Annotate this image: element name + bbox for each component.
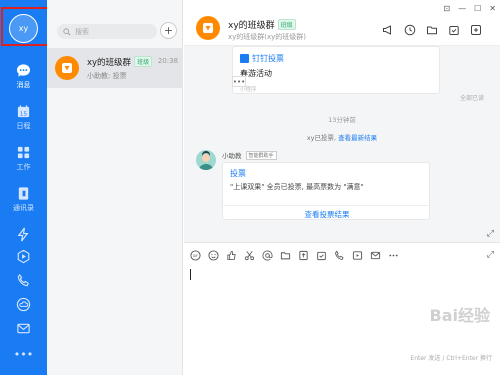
search-input[interactable]: 搜索 [57,24,157,39]
cloud-icon [16,297,31,312]
rail-item-mail[interactable] [0,321,47,336]
composer-toolbar: GIF [190,250,399,261]
rail-item-video[interactable] [0,249,47,264]
view-latest-result-link[interactable]: 查看最新结果 [338,134,377,142]
search-placeholder: 搜索 [75,27,89,36]
fullscreen-editor-icon[interactable]: ⤢ [487,250,494,260]
more-options-icon[interactable] [388,250,399,261]
vote-result-title: 投票 [230,169,246,178]
file-upload-icon[interactable] [298,250,309,261]
avatar-initials: xy [18,24,29,33]
text-input[interactable] [190,269,191,280]
calendar-check-icon[interactable] [316,250,327,261]
pin-icon[interactable]: ⊡ [443,4,450,13]
group-logo-icon [62,63,72,73]
chat-title: xy的班级群 [228,21,275,31]
svg-text:GIF: GIF [193,254,199,258]
rail-item-messages[interactable]: 消息 [0,63,47,90]
app-rail: xy 消息 15 日程 工作 通讯录 ••• [0,0,47,375]
message-icon [16,64,31,77]
video-icon[interactable] [352,250,363,261]
rail-label: 日程 [16,122,31,130]
more-icon[interactable]: ••• [0,348,47,361]
conversation-time: 20:38 [157,57,178,65]
conversation-title: xy的班级群 [87,57,132,68]
class-badge: 班级 [134,56,153,67]
group-avatar [55,56,79,80]
scissors-icon[interactable] [244,250,255,261]
more-options-button[interactable]: ••• [232,76,246,87]
gif-icon[interactable]: GIF [190,250,201,261]
megaphone-icon[interactable] [382,24,394,36]
mail-icon[interactable] [370,250,381,261]
rail-label: 消息 [16,81,31,89]
watermark-logo: Bai经验 [429,306,490,325]
sender-line: 小助教 智能群助手 [222,150,277,160]
group-logo-icon [203,23,213,33]
play-icon [17,249,30,264]
rail-item-work[interactable]: 工作 [0,145,47,172]
lightning-icon [17,227,29,242]
contacts-icon [18,187,29,200]
calendar-icon: 15 [17,105,30,117]
settings-icon[interactable] [470,24,482,36]
class-badge: 班级 [277,19,296,30]
rail-item-contacts[interactable]: 通讯录 [0,186,47,213]
sender-role: 智能群助手 [245,150,277,160]
conversation-preview: 小助教: 投票 [87,71,127,80]
vote-result-body: "上课双果" 全员已投票, 最高票数为 "满意" [230,183,364,191]
calendar-check-icon[interactable] [448,24,460,36]
vote-app-name: 钉钉投票 [252,54,284,63]
message-area: 钉钉投票 春游活动 小程序 ••• 全部已读 13分钟前 xy已投票, 查看最新… [184,46,500,242]
close-icon[interactable]: ✕ [489,4,496,13]
assistant-avatar[interactable] [196,150,216,170]
svg-text:15: 15 [20,111,28,117]
window-controls: ⊡ — ☐ ✕ [443,4,496,13]
vote-card[interactable]: 钉钉投票 春游活动 小程序 [232,46,440,94]
sender-name: 小助教 [222,152,242,160]
thumbs-up-icon[interactable] [226,250,237,261]
conversation-list: 搜索 + xy的班级群 班级 小助教: 投票 20:38 [47,0,183,375]
expand-chat-icon[interactable]: ⤢ [487,229,494,239]
assistant-avatar-icon [199,151,213,170]
profile-avatar[interactable]: xy [9,14,38,43]
emoji-icon[interactable] [208,250,219,261]
read-status: 全部已读 [459,95,484,102]
search-icon [63,27,71,35]
group-avatar[interactable] [196,16,220,40]
clock-icon[interactable] [404,24,416,36]
folder-icon[interactable] [426,24,438,36]
rail-item-phone[interactable] [0,273,47,288]
view-vote-result-button[interactable]: 查看投票结果 [223,205,431,220]
header-actions [382,24,482,36]
system-message: xy已投票, 查看最新结果 [184,132,500,142]
rail-label: 通讯录 [13,204,34,212]
minimize-icon[interactable]: — [458,4,466,13]
rail-label: 工作 [16,163,31,171]
mention-icon[interactable] [262,250,273,261]
send-hint: Enter 发送 / Ctrl+Enter 换行 [410,355,492,362]
chat-subtitle: xy的班级群(xy的班级群) [228,33,307,41]
work-grid-icon [17,146,30,159]
maximize-icon[interactable]: ☐ [474,4,481,13]
folder-icon[interactable] [280,250,291,261]
vote-result-card[interactable]: 投票 "上课双果" 全员已投票, 最高票数为 "满意" 查看投票结果 [222,162,431,220]
phone-icon [17,273,29,287]
message-timestamp: 13分钟前 [328,116,356,124]
phone-icon[interactable] [334,250,345,261]
rail-item-cloud[interactable] [0,297,47,312]
vote-app-icon [240,54,249,63]
system-text: xy已投票, [306,134,339,142]
add-button[interactable]: + [160,22,177,39]
conversation-item[interactable]: xy的班级群 班级 小助教: 投票 20:38 [47,48,182,88]
chat-header: ⊡ — ☐ ✕ xy的班级群 班级 xy的班级群(xy的班级群) [184,0,500,46]
rail-item-ding[interactable] [0,227,47,242]
conversation-text: xy的班级群 班级 小助教: 投票 [87,56,153,81]
rail-item-calendar[interactable]: 15 日程 [0,104,47,131]
vote-app: 钉钉投票 [240,53,284,64]
mail-icon [17,323,30,334]
